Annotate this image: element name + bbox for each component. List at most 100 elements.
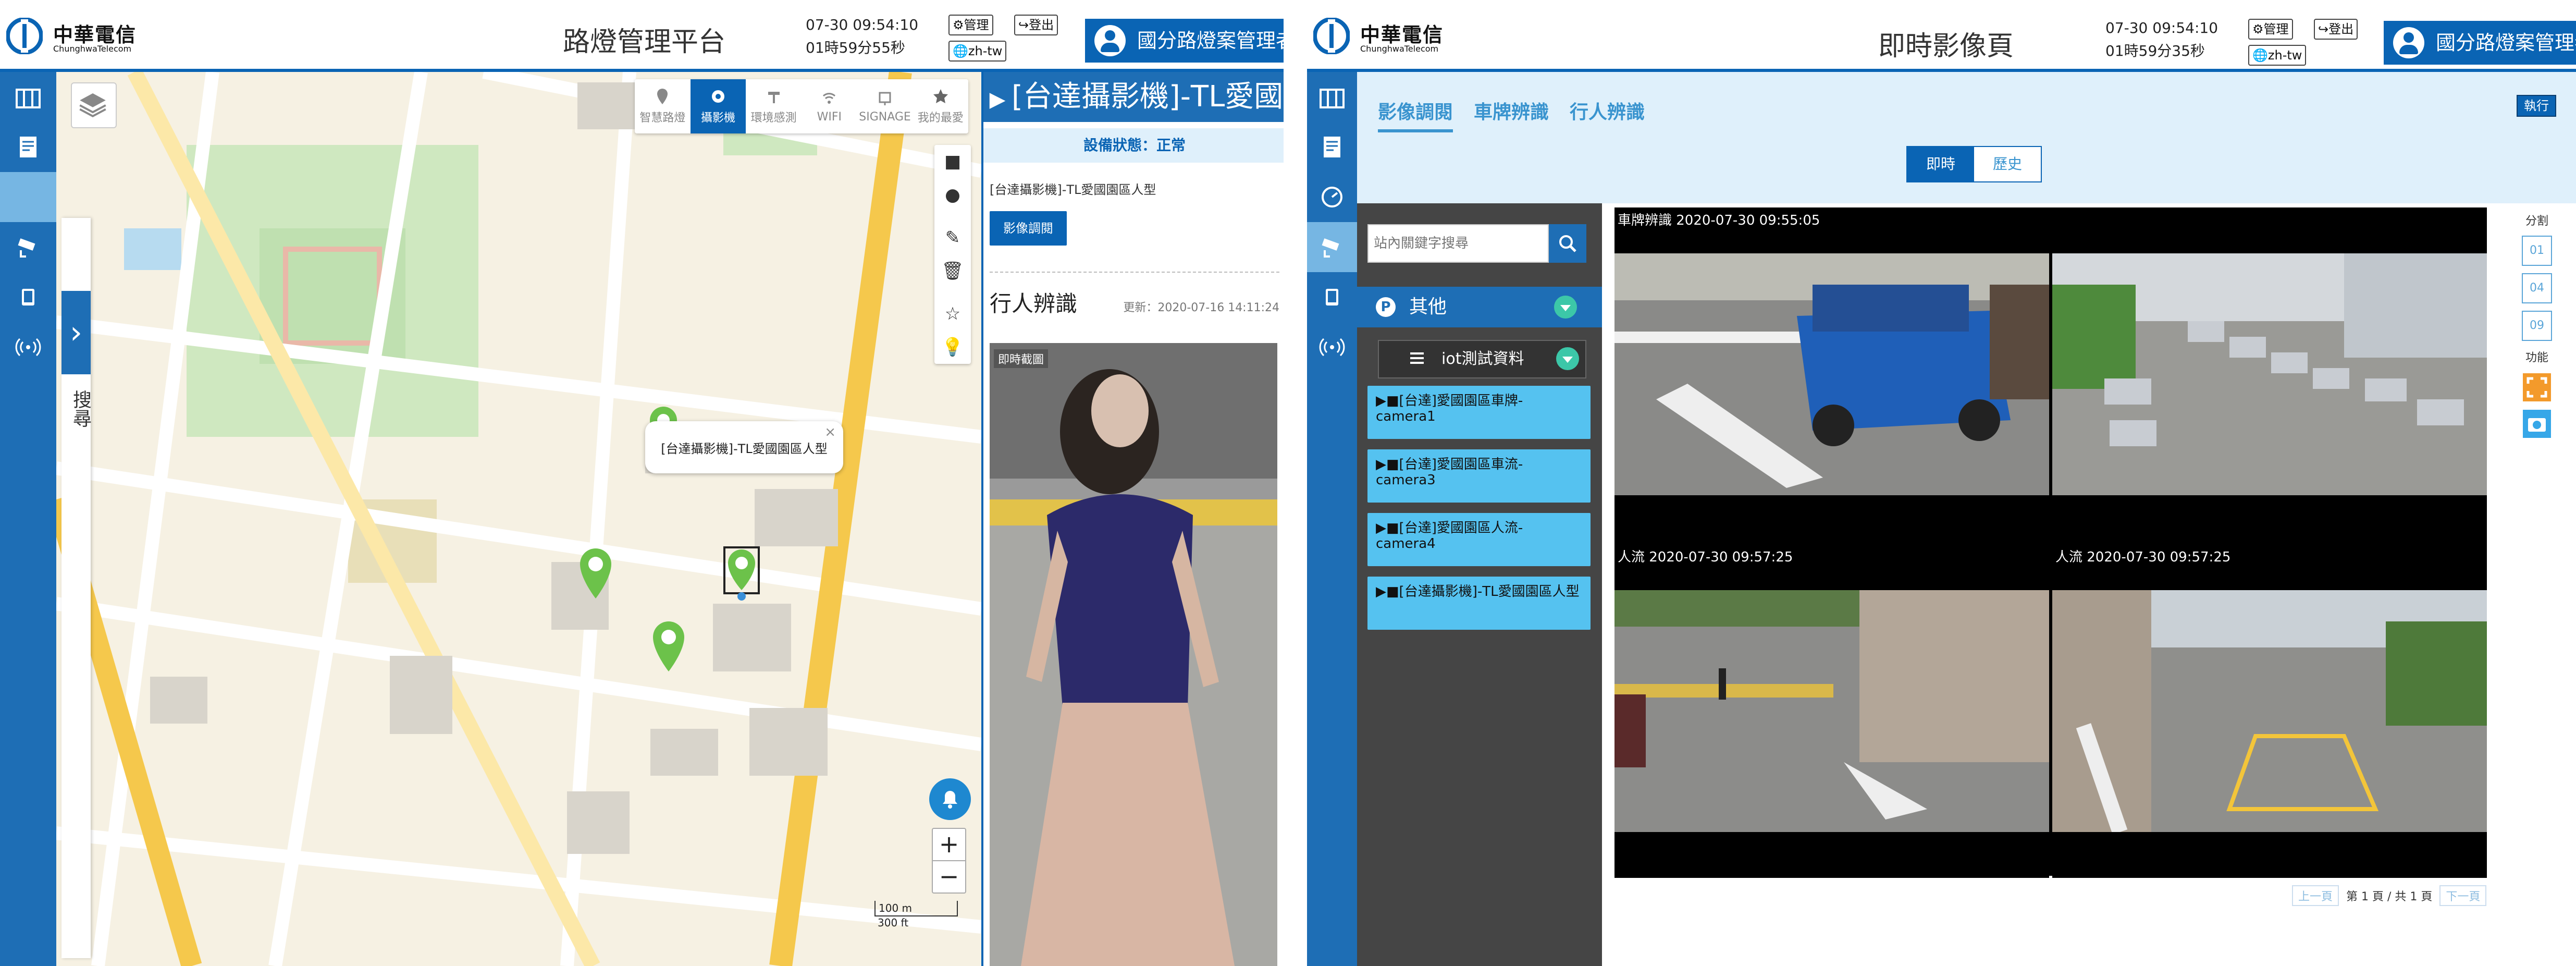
session-countdown: 01時59分55秒 (806, 39, 905, 56)
snapshot-button[interactable] (2523, 410, 2551, 438)
video-lookup-button[interactable]: 影像調閱 (990, 211, 1067, 246)
video-timestamp: 車牌辨識 2020-07-30 09:55:05 (1618, 213, 1820, 228)
nav-map[interactable] (0, 72, 56, 122)
nav-camera[interactable] (0, 222, 56, 272)
nav-map[interactable] (1307, 72, 1357, 122)
layer-label: 我的最愛 (917, 112, 964, 125)
video-feed[interactable]: 人流 2020-07-30 09:57:25 (1614, 544, 2049, 878)
datetime: 07-30 09:54:10 (806, 16, 919, 33)
trash-icon[interactable]: 🗑 (934, 254, 971, 288)
next-page-button[interactable]: 下一頁 (2439, 885, 2487, 906)
nav-device[interactable] (0, 272, 56, 322)
notification-button[interactable] (929, 778, 971, 820)
layer-camera[interactable]: 攝影機 (690, 79, 746, 133)
video-frame (1614, 253, 2049, 495)
parking-lot-car-frame (1614, 253, 2049, 495)
manage-button[interactable]: ⚙管理 (2248, 19, 2293, 40)
video-feed[interactable]: 人流 2020-07-30 09:57:25 (2052, 544, 2487, 878)
camera-item[interactable]: ▶■[台達攝影機]-TL愛國園區人型 (1367, 577, 1591, 630)
language-button[interactable]: 🌐zh-tw (948, 41, 1007, 62)
split-label: 分割 (2525, 215, 2548, 228)
history-toggle[interactable]: 歷史 (1974, 147, 2041, 181)
video-feed[interactable] (2052, 207, 2487, 541)
zoom-out-button[interactable]: − (933, 861, 965, 892)
chevron-down-icon[interactable] (1556, 347, 1579, 370)
updated-time: 更新：2020-07-16 14:11:24 (1123, 301, 1279, 314)
logout-button[interactable]: ↪登出 (1014, 15, 1058, 35)
logout-button[interactable]: ↪登出 (2314, 19, 2358, 40)
map-pin-icon[interactable] (650, 619, 687, 674)
layers-button[interactable] (71, 82, 117, 128)
fullscreen-icon (2526, 377, 2547, 398)
layer-signage[interactable]: SIGNAGE (857, 79, 913, 133)
draw-circle-icon[interactable]: ● (934, 178, 971, 212)
video-timestamp: 人流 2020-07-30 09:57:25 (1618, 549, 1793, 565)
zoom-control: + − (932, 828, 966, 894)
nav-device[interactable] (1307, 272, 1357, 322)
parking-icon: P (1376, 297, 1396, 317)
logo: 中華電信 ChunghwaTelecom (1313, 16, 1449, 57)
live-toggle[interactable]: 即時 (1907, 147, 1974, 181)
device-status: 設備狀態：正常 (983, 128, 1284, 163)
map-view[interactable]: › 搜尋 智慧路燈 攝影機 環境感測 WIFI SIGNAGE 我的最愛 ■ ●… (56, 72, 981, 966)
layer-sensor[interactable]: 環境感測 (746, 79, 802, 133)
expand-arrow-icon[interactable]: › (61, 291, 91, 374)
nav-dashboard[interactable] (1307, 172, 1357, 222)
popup-close-icon[interactable]: × (824, 424, 836, 440)
video-side-controls: 分割 01 04 09 功能 (2511, 209, 2563, 446)
selected-camera-pin-icon[interactable] (723, 546, 760, 601)
bulb-icon[interactable]: 💡 (934, 331, 971, 364)
logo-subtext: ChunghwaTelecom (53, 44, 132, 54)
logo: 中華電信 ChunghwaTelecom (6, 16, 142, 57)
nav-camera[interactable] (1307, 222, 1357, 272)
split-4-button[interactable]: 04 (2522, 273, 2552, 303)
search-drawer-tab[interactable]: › 搜尋 (61, 218, 91, 958)
camera-item[interactable]: ▶■[台達]愛國園區車牌-camera1 (1367, 386, 1591, 439)
execute-button[interactable]: 執行 (2517, 95, 2556, 117)
prev-page-button[interactable]: 上一頁 (2292, 885, 2339, 906)
clock: 07-30 09:54:10 01時59分35秒 (2105, 17, 2218, 63)
tree-group-other[interactable]: P 其他 (1357, 287, 1602, 327)
layer-wifi[interactable]: WIFI (802, 79, 857, 133)
collapse-arrow-icon[interactable]: ▶ (983, 75, 1012, 122)
search-input[interactable] (1367, 224, 1549, 263)
broadcast-icon (15, 338, 41, 357)
fullscreen-button[interactable] (2523, 373, 2551, 401)
video-tabs: 影像調閱 車牌辨識 行人辨識 (1378, 97, 1645, 132)
camera-item[interactable]: ▶■[台達]愛國園區車流-camera3 (1367, 449, 1591, 503)
split-1-button[interactable]: 01 (2522, 236, 2552, 266)
zoom-in-button[interactable]: + (933, 829, 965, 861)
edit-icon[interactable]: ✎ (934, 221, 971, 254)
wifi-icon (823, 92, 836, 104)
tree-subgroup-iot[interactable]: iot測試資料 (1378, 340, 1586, 378)
nav-broadcast[interactable] (0, 322, 56, 372)
camera-tree: P 其他 iot測試資料 ▶■[台達]愛國園區車牌-camera1 ▶■[台達]… (1357, 203, 1602, 966)
nav-report[interactable] (0, 122, 56, 172)
manage-button[interactable]: ⚙管理 (948, 15, 993, 35)
user-name: 國分路燈案管理者 (2436, 31, 2576, 54)
section-title: 行人辨識 (990, 291, 1078, 316)
layer-street-light[interactable]: 智慧路燈 (635, 79, 691, 133)
nav-active-blank[interactable] (0, 172, 56, 222)
live-history-toggle: 即時 歷史 (1906, 146, 2042, 182)
tab-video-lookup[interactable]: 影像調閱 (1378, 97, 1453, 132)
split-9-button[interactable]: 09 (2522, 311, 2552, 341)
favorite-star-icon[interactable]: ☆ (934, 297, 971, 331)
user-menu-button[interactable]: 國分路燈案管理者 (1085, 19, 1284, 63)
search-button[interactable] (1549, 224, 1586, 263)
map-pin-icon[interactable] (577, 546, 614, 601)
video-frame (2052, 590, 2487, 832)
video-feed[interactable]: 車牌辨識 2020-07-30 09:55:05 (1614, 207, 2049, 541)
layer-favorite[interactable]: 我的最愛 (913, 79, 968, 133)
layer-label: SIGNAGE (859, 110, 911, 124)
map-layer-toolbar: 智慧路燈 攝影機 環境感測 WIFI SIGNAGE 我的最愛 (635, 79, 968, 133)
camera-item[interactable]: ▶■[台達]愛國園區人流-camera4 (1367, 513, 1591, 566)
draw-square-icon[interactable]: ■ (934, 145, 971, 178)
user-menu-button[interactable]: 國分路燈案管理者 (2384, 21, 2576, 65)
language-button[interactable]: 🌐zh-tw (2248, 45, 2307, 66)
chevron-down-icon[interactable] (1554, 296, 1577, 319)
tab-plate-recognition[interactable]: 車牌辨識 (1474, 97, 1549, 132)
tab-pedestrian-recognition[interactable]: 行人辨識 (1570, 97, 1645, 132)
nav-report[interactable] (1307, 122, 1357, 172)
nav-broadcast[interactable] (1307, 322, 1357, 372)
